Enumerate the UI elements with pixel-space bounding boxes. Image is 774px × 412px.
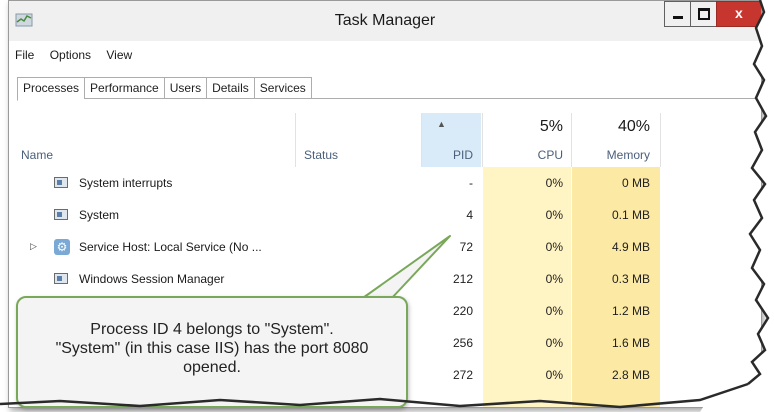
expand-chevron-icon[interactable]: ▷ <box>30 241 37 252</box>
process-pid: - <box>469 176 473 190</box>
process-pid: 212 <box>452 272 473 286</box>
table-row[interactable]: Windows Session Manager 212 0% 0.3 MB <box>9 264 761 296</box>
process-name: System <box>79 208 120 222</box>
process-cpu: 0% <box>545 176 563 190</box>
tab-services[interactable]: Services <box>253 77 312 99</box>
title-bar[interactable]: Task Manager x <box>9 1 761 41</box>
close-icon: x <box>735 5 743 21</box>
column-header-pid[interactable]: PID <box>421 148 473 162</box>
window-icon <box>54 177 68 188</box>
column-header-memory[interactable]: Memory <box>572 148 650 162</box>
callout-line: opened. <box>183 359 241 376</box>
minimize-button[interactable] <box>664 1 691 27</box>
process-name: System interrupts <box>79 176 173 190</box>
column-header-name[interactable]: Name <box>21 148 53 162</box>
maximize-icon <box>698 8 710 20</box>
process-cpu: 0% <box>545 208 563 222</box>
process-cpu: 0% <box>545 304 563 318</box>
tab-strip: Processes Performance Users Details Serv… <box>17 77 312 101</box>
window-icon <box>54 209 68 220</box>
window-icon <box>54 273 68 284</box>
menu-view[interactable]: View <box>100 45 138 65</box>
process-pid: 4 <box>466 208 473 222</box>
memory-total-percent: 40% <box>617 118 650 135</box>
column-header-cpu[interactable]: CPU <box>483 148 563 162</box>
table-row[interactable]: System interrupts - 0% 0 MB <box>9 168 761 200</box>
sort-ascending-icon: ▲ <box>437 119 446 129</box>
column-separator <box>660 113 661 167</box>
window-title: Task Manager <box>334 12 436 29</box>
close-button[interactable]: x <box>716 1 761 27</box>
process-pid: 220 <box>452 304 473 318</box>
minimize-icon <box>673 16 683 19</box>
process-memory: 4.9 MB <box>611 240 650 254</box>
column-header-status[interactable]: Status <box>304 148 338 162</box>
tab-details[interactable]: Details <box>206 77 254 99</box>
process-cpu: 0% <box>545 272 563 286</box>
process-memory: 0 MB <box>621 176 650 190</box>
menu-file[interactable]: File <box>9 45 40 65</box>
process-memory: 2.8 MB <box>611 368 650 382</box>
process-cpu: 0% <box>545 336 563 350</box>
menu-options[interactable]: Options <box>44 45 97 65</box>
callout-text: Process ID 4 belongs to "System". "Syste… <box>22 320 402 377</box>
process-name: Service Host: Local Service (No ... <box>79 240 262 254</box>
process-memory: 1.2 MB <box>611 304 650 318</box>
process-pid: 256 <box>452 336 473 350</box>
column-separator <box>295 113 296 167</box>
process-memory: 0.3 MB <box>611 272 650 286</box>
process-cpu: 0% <box>545 240 563 254</box>
process-memory: 1.6 MB <box>611 336 650 350</box>
table-row[interactable]: System 4 0% 0.1 MB <box>9 200 761 232</box>
process-pid: 72 <box>459 240 473 254</box>
cpu-total-percent: 5% <box>539 118 563 135</box>
process-cpu: 0% <box>545 368 563 382</box>
process-memory: 0.1 MB <box>611 208 650 222</box>
tab-performance[interactable]: Performance <box>84 77 164 99</box>
table-row[interactable]: ▷ ⚙ Service Host: Local Service (No ... … <box>9 232 761 264</box>
process-pid: 272 <box>452 368 473 382</box>
tab-processes[interactable]: Processes <box>17 77 85 101</box>
tab-users[interactable]: Users <box>163 77 207 99</box>
maximize-button[interactable] <box>690 1 717 27</box>
annotation-callout: Process ID 4 belongs to "System". "Syste… <box>16 296 408 408</box>
callout-line: Process ID 4 belongs to "System". <box>90 321 334 338</box>
menu-bar: File Options View <box>9 45 138 65</box>
process-name: Windows Session Manager <box>79 272 225 286</box>
callout-line: "System" (in this case IIS) has the port… <box>55 340 369 357</box>
gear-icon: ⚙ <box>54 239 70 255</box>
